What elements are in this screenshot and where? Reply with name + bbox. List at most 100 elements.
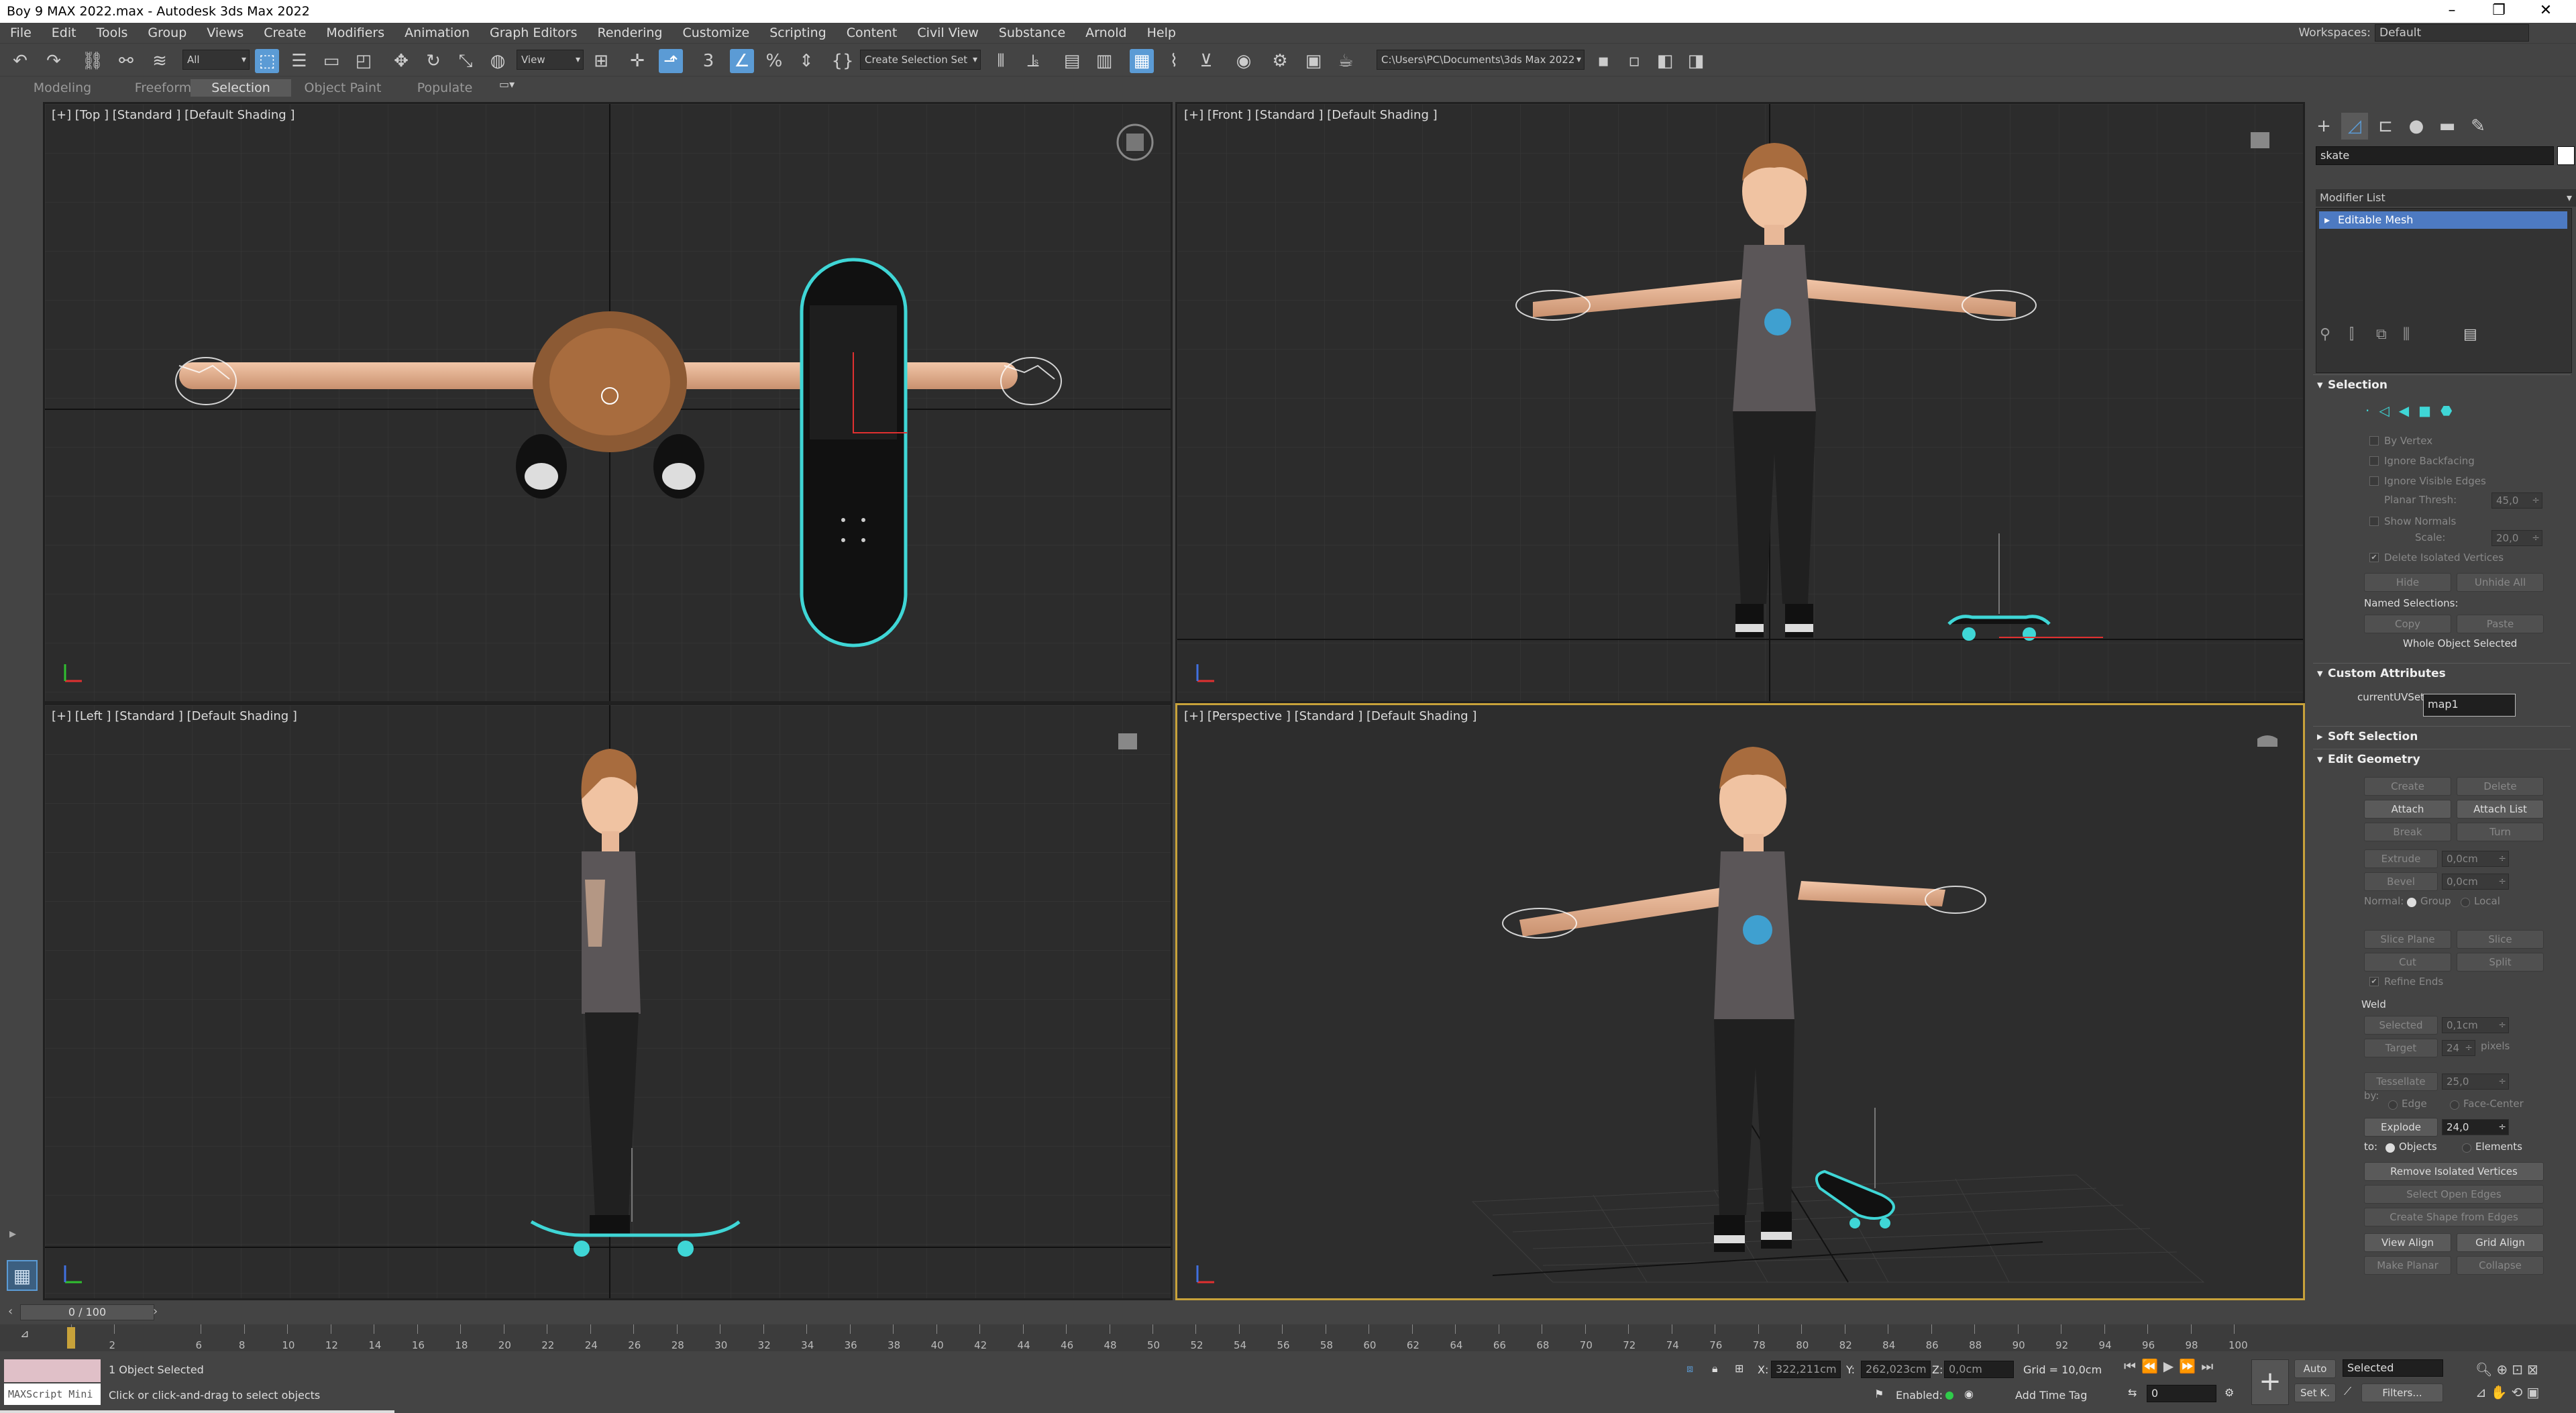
scale-icon[interactable]: ⤡ [453, 49, 478, 73]
absolute-mode-icon[interactable]: ⊞ [1735, 1362, 1743, 1375]
slice-plane-button[interactable]: Slice Plane [2364, 930, 2451, 949]
set-project-icon[interactable]: ▫ [1622, 49, 1646, 73]
group-radio[interactable] [2407, 898, 2416, 907]
keyboard-shortcut-override-icon[interactable]: ⬏ [659, 49, 683, 73]
tab-selection[interactable]: Selection [191, 79, 291, 97]
pin-stack-icon[interactable]: ⚲ [2320, 326, 2330, 343]
project-path-dropdown[interactable]: C:\Users\PC\Documents\3ds Max 2022 [1377, 50, 1585, 70]
current-uv-set-field[interactable]: map1 [2423, 694, 2516, 717]
undo-icon[interactable]: ↶ [8, 49, 32, 73]
previous-frame-icon[interactable]: ⏪ [2141, 1358, 2163, 1374]
collapse-button[interactable]: Collapse [2457, 1256, 2544, 1275]
menu-modifiers[interactable]: Modifiers [316, 25, 394, 40]
menu-animation[interactable]: Animation [394, 25, 480, 40]
viewport-top-label[interactable]: [+] [Top ] [Standard ] [Default Shading … [52, 108, 294, 122]
lock-selection-icon[interactable]: 🔒︎ [1712, 1362, 1718, 1375]
select-object-icon[interactable]: ⬚ [255, 49, 279, 73]
expand-arrow-icon[interactable]: ▸ [9, 1225, 16, 1241]
attach-button[interactable]: Attach [2364, 800, 2451, 819]
planar-thresh-spinner[interactable]: 45,0 [2491, 492, 2542, 509]
subobject-level-icons[interactable]: ·◁◀■⬣ [2365, 403, 2486, 421]
stack-item-editable-mesh[interactable]: ▸ Editable Mesh [2319, 211, 2567, 229]
object-name-field[interactable]: skate [2316, 146, 2554, 165]
menu-help[interactable]: Help [1137, 25, 1186, 40]
viewport-front-label[interactable]: [+] [Front ] [Standard ] [Default Shadin… [1184, 108, 1438, 122]
track-bar[interactable]: ⊿ 2 6 8 10 12 14 16 18 20 22 24 26 28 30 32 34 36 38 40 42 4… [0, 1324, 2576, 1351]
time-next-icon[interactable]: › [153, 1304, 158, 1318]
paste-button[interactable]: Paste [2457, 615, 2544, 633]
object-color-swatch[interactable] [2557, 146, 2575, 165]
utilities-panel-icon[interactable]: ✎ [2465, 113, 2491, 140]
time-prev-icon[interactable]: ‹ [8, 1304, 13, 1318]
rollout-soft-selection[interactable]: Soft Selection [2313, 726, 2571, 747]
project-settings-icon[interactable]: ◨ [1684, 49, 1708, 73]
tab-modeling[interactable]: Modeling [12, 79, 113, 97]
view-align-button[interactable]: View Align [2364, 1233, 2451, 1252]
rendered-frame-window-icon[interactable]: ▣ [1301, 49, 1326, 73]
edge-radio[interactable] [2388, 1100, 2398, 1110]
filters-button[interactable]: Filters... [2361, 1383, 2443, 1402]
turn-button[interactable]: Turn [2457, 823, 2544, 841]
toggle-ribbon-icon[interactable]: ▦ [1130, 49, 1154, 73]
orbit-icon[interactable]: ⟲ [2512, 1384, 2527, 1400]
display-panel-icon[interactable]: ▬ [2434, 113, 2461, 140]
menu-graph-editors[interactable]: Graph Editors [480, 25, 587, 40]
maximize-viewport-icon[interactable]: ▣ [2526, 1384, 2543, 1400]
scale-spinner[interactable]: 20,0 [2491, 530, 2542, 546]
viewport-front[interactable]: [+] [Front ] [Standard ] [Default Shadin… [1175, 102, 2305, 703]
pivot-center-icon[interactable]: ⊞ [589, 49, 613, 73]
break-button[interactable]: Break [2364, 823, 2451, 841]
rollout-selection[interactable]: Selection [2313, 374, 2571, 395]
select-manipulate-icon[interactable]: ✛ [625, 49, 649, 73]
menu-file[interactable]: File [0, 25, 42, 40]
zoom-all-icon[interactable]: ⊕ [2496, 1361, 2512, 1377]
tab-populate[interactable]: Populate [394, 79, 495, 97]
maxscript-mini-listener[interactable]: MAXScript Mini [4, 1383, 101, 1405]
play-icon[interactable]: ▶ [2163, 1358, 2179, 1374]
key-mode-icon[interactable]: ⇆ [2128, 1386, 2137, 1399]
refine-ends-checkbox[interactable]: ✔ [2369, 977, 2379, 986]
ignore-backfacing-checkbox[interactable] [2369, 456, 2379, 466]
explode-spinner[interactable]: 24,0 [2442, 1119, 2509, 1135]
minimize-icon[interactable]: – [2428, 0, 2475, 23]
time-configuration-icon[interactable]: ⚙ [2224, 1386, 2234, 1399]
time-marker[interactable] [67, 1327, 75, 1349]
time-tag-icon[interactable]: ◉ [1964, 1388, 1974, 1400]
hide-button[interactable]: Hide [2364, 573, 2451, 592]
local-radio[interactable] [2461, 898, 2470, 907]
modifier-list-dropdown[interactable]: Modifier List ▾ [2316, 189, 2576, 207]
move-icon[interactable]: ✥ [389, 49, 413, 73]
show-end-result-icon[interactable]: ⫿ [2349, 326, 2354, 343]
menu-tools[interactable]: Tools [87, 25, 138, 40]
configure-modifier-sets-icon[interactable]: ▤ [2463, 326, 2477, 343]
default-tangent-icon[interactable]: ⟋ [2344, 1385, 2351, 1398]
selection-filter-dropdown[interactable]: All [182, 50, 250, 70]
viewport-top[interactable]: [+] [Top ] [Standard ] [Default Shading … [43, 102, 1173, 703]
render-production-icon[interactable]: ☕ [1334, 49, 1358, 73]
adaptive-degradation-icon[interactable]: ⚑ [1874, 1388, 1884, 1400]
select-open-edges-button[interactable]: Select Open Edges [2364, 1185, 2544, 1204]
reference-coordinate-dropdown[interactable]: View [517, 50, 584, 70]
redo-icon[interactable]: ↷ [42, 49, 66, 73]
modify-panel-icon[interactable]: ◿ [2341, 113, 2368, 140]
weld-selected-spinner[interactable]: 0,1cm [2442, 1017, 2509, 1033]
viewport-perspective[interactable]: [+] [Perspective ] [Standard ] [Default … [1175, 703, 2305, 1300]
split-button[interactable]: Split [2457, 953, 2544, 972]
remove-modifier-icon[interactable]: ⫼ [2403, 326, 2410, 343]
go-to-end-icon[interactable]: ⏭ [2201, 1358, 2218, 1374]
viewport-layouts-icon[interactable]: ▦ [7, 1260, 38, 1291]
bevel-button[interactable]: Bevel [2364, 872, 2438, 891]
x-coordinate-field[interactable]: 322,211cm [1771, 1361, 1841, 1378]
go-to-start-icon[interactable]: ⏮ [2124, 1358, 2141, 1374]
create-panel-icon[interactable]: + [2310, 113, 2337, 140]
restore-icon[interactable]: ❐ [2475, 0, 2522, 23]
extrude-button[interactable]: Extrude [2364, 849, 2438, 868]
menu-scripting[interactable]: Scripting [759, 25, 837, 40]
isolate-selection-icon[interactable]: ⧈ [1686, 1362, 1693, 1375]
weld-target-button[interactable]: Target [2364, 1039, 2438, 1057]
menu-customize[interactable]: Customize [673, 25, 760, 40]
zoom-icon[interactable]: 🔍︎ [2475, 1361, 2496, 1377]
show-normals-checkbox[interactable] [2369, 517, 2379, 526]
edit-named-selection-icon[interactable]: {} [830, 49, 855, 73]
zoom-extents-all-icon[interactable]: ⊠ [2527, 1361, 2542, 1377]
